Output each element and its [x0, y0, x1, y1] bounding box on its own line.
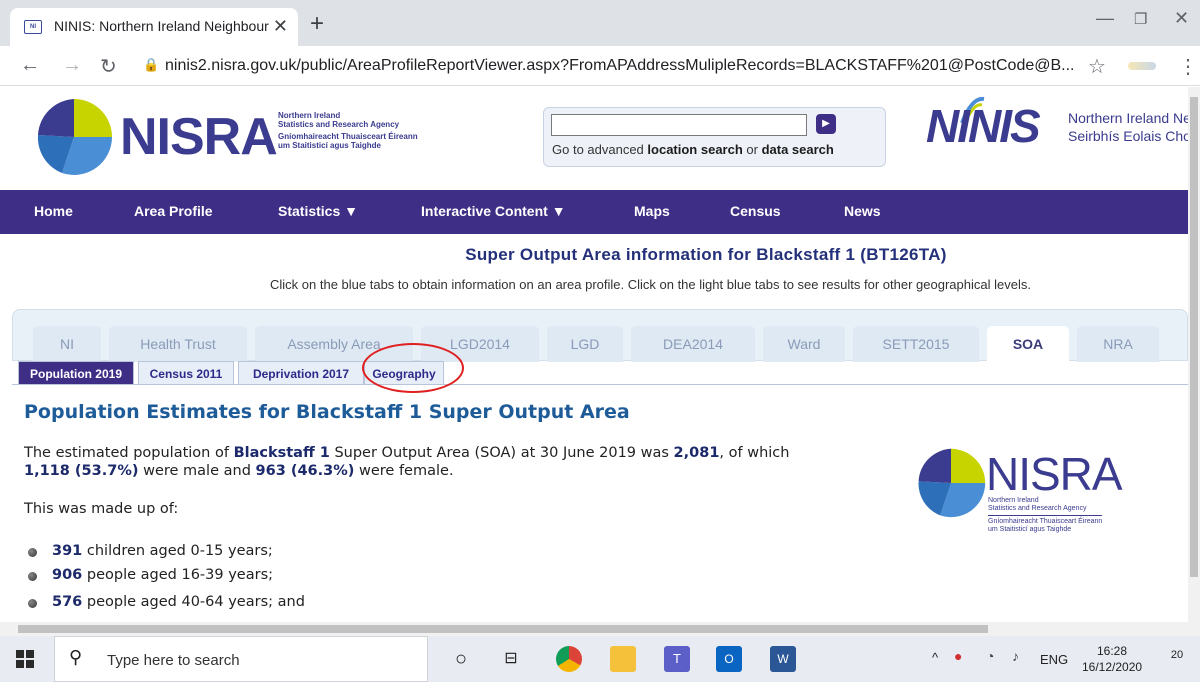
vertical-scroll-thumb[interactable] — [1190, 97, 1198, 577]
maximize-icon[interactable]: ❐ — [1134, 10, 1147, 28]
nav-census[interactable]: Census — [730, 203, 781, 219]
made-up-of-text: This was made up of: — [24, 501, 179, 517]
chrome-icon[interactable] — [556, 646, 582, 672]
page-instructions: Click on the blue tabs to obtain informa… — [270, 277, 1031, 292]
back-icon[interactable]: ← — [20, 54, 40, 77]
browser-menu-icon[interactable]: ⋮ — [1178, 54, 1198, 79]
browser-tab-bar: NI NINIS: Northern Ireland Neighbourh ✕ … — [0, 0, 1200, 46]
subtab-census-2011[interactable]: Census 2011 — [138, 361, 234, 385]
reload-icon[interactable]: ↻ — [100, 54, 117, 79]
ninis-favicon-icon: NI — [24, 20, 42, 34]
population-paragraph-line1: The estimated population of Blackstaff 1… — [24, 445, 790, 461]
volume-icon[interactable]: ♪ — [1012, 648, 1019, 664]
minimize-icon[interactable]: — — [1096, 8, 1114, 29]
nav-maps[interactable]: Maps — [634, 203, 670, 219]
wifi-icon[interactable]: ◔ — [986, 648, 994, 664]
population-heading: Population Estimates for Blackstaff 1 Su… — [24, 401, 630, 423]
advanced-search-text: Go to advanced location search or data s… — [552, 142, 834, 157]
cortana-icon[interactable]: ○ — [448, 646, 474, 672]
close-window-icon[interactable]: ✕ — [1174, 8, 1189, 29]
tab-title: NINIS: Northern Ireland Neighbourh — [54, 18, 269, 34]
task-view-icon[interactable]: ⊟ — [498, 646, 524, 672]
tab-ni[interactable]: NI — [33, 326, 101, 362]
outlook-icon[interactable]: O — [716, 646, 742, 672]
agency-name: Northern Ireland Statistics and Research… — [278, 111, 418, 150]
list-item: 391 children aged 0-15 years; — [28, 543, 273, 559]
new-tab-icon[interactable]: + — [310, 10, 324, 38]
taskbar-search-placeholder: Type here to search — [107, 652, 240, 669]
subtab-deprivation-2017[interactable]: Deprivation 2017 — [238, 361, 364, 385]
ninis-tagline: Northern Ireland Nei Seirbhís Eolais Cho… — [1068, 110, 1188, 144]
search-icon: ⚲ — [69, 647, 83, 667]
horizontal-scroll-thumb[interactable] — [18, 625, 988, 633]
tab-soa[interactable]: SOA — [987, 326, 1069, 362]
content-agency-name: Northern Ireland Statistics and Research… — [988, 497, 1103, 533]
location-search-box: ▶ Go to advanced location search or data… — [543, 107, 886, 167]
subtab-divider — [12, 384, 1188, 385]
notification-center-icon[interactable]: 20 — [1166, 649, 1188, 669]
browser-tab[interactable]: NI NINIS: Northern Ireland Neighbourh ✕ — [10, 8, 298, 46]
bullet-icon — [28, 599, 37, 608]
highlight-circle-annotation — [362, 343, 464, 393]
location-search-link[interactable]: location search — [647, 142, 742, 157]
bullet-icon — [28, 548, 37, 557]
word-icon[interactable]: W — [770, 646, 796, 672]
bookmark-star-icon[interactable]: ☆ — [1088, 54, 1106, 79]
nisra-content-logo-icon — [918, 448, 986, 518]
search-go-button[interactable]: ▶ — [816, 114, 836, 134]
tab-sett2015[interactable]: SETT2015 — [853, 326, 979, 362]
vertical-scrollbar[interactable] — [1188, 87, 1200, 622]
page-title: Super Output Area information for Blacks… — [465, 245, 947, 264]
tab-close-icon[interactable]: ✕ — [273, 16, 288, 37]
tray-chevron-icon[interactable]: ^ — [932, 650, 938, 665]
tab-dea2014[interactable]: DEA2014 — [631, 326, 755, 362]
ninis-wordmark[interactable]: NINIS — [926, 99, 1041, 153]
geography-level-tabs: NI Health Trust Assembly Area LGD2014 LG… — [12, 309, 1188, 362]
address-bar[interactable]: 🔒 ninis2.nisra.gov.uk/public/AreaProfile… — [135, 52, 1125, 80]
windows-start-icon[interactable] — [16, 650, 34, 668]
nav-statistics[interactable]: Statistics ▼ — [278, 203, 358, 219]
network-status-icon[interactable]: ● — [954, 648, 962, 664]
population-paragraph-line2: 1,118 (53.7%) were male and 963 (46.3%) … — [24, 463, 454, 479]
language-indicator[interactable]: ENG — [1040, 652, 1068, 667]
teams-icon[interactable]: T — [664, 646, 690, 672]
lock-icon: 🔒 — [143, 57, 160, 72]
address-toolbar: ← → ↻ 🔒 ninis2.nisra.gov.uk/public/AreaP… — [0, 46, 1200, 86]
nisra-logo-icon[interactable] — [32, 97, 116, 177]
list-item: 576 people aged 40-64 years; and — [28, 594, 305, 610]
extension-icon[interactable] — [1128, 62, 1156, 70]
main-navigation: Home Area Profile Statistics ▼ Interacti… — [0, 190, 1188, 234]
windows-taskbar: ⚲ Type here to search ○ ⊟ T O W ^ ● ◔ ♪ … — [0, 636, 1200, 682]
nav-home[interactable]: Home — [34, 203, 73, 219]
tab-ward[interactable]: Ward — [763, 326, 845, 362]
data-search-link[interactable]: data search — [762, 142, 834, 157]
site-header: NISRA Northern Ireland Statistics and Re… — [0, 87, 1188, 190]
nav-area-profile[interactable]: Area Profile — [134, 203, 213, 219]
tab-health-trust[interactable]: Health Trust — [109, 326, 247, 362]
url-text[interactable]: ninis2.nisra.gov.uk/public/AreaProfileRe… — [165, 57, 1074, 75]
tab-lgd[interactable]: LGD — [547, 326, 623, 362]
file-explorer-icon[interactable] — [610, 646, 636, 672]
search-input[interactable] — [551, 114, 807, 136]
clock[interactable]: 16:28 16/12/2020 — [1082, 643, 1142, 675]
taskbar-search[interactable]: ⚲ Type here to search — [54, 636, 428, 682]
bullet-icon — [28, 572, 37, 581]
subtab-population-2019[interactable]: Population 2019 — [18, 361, 134, 385]
nisra-wordmark: NISRA — [120, 108, 278, 166]
horizontal-scrollbar[interactable] — [0, 622, 1200, 636]
forward-icon[interactable]: → — [62, 54, 82, 77]
page-viewport: NISRA Northern Ireland Statistics and Re… — [0, 87, 1188, 622]
nav-news[interactable]: News — [844, 203, 881, 219]
tab-nra[interactable]: NRA — [1077, 326, 1159, 362]
list-item: 906 people aged 16-39 years; — [28, 567, 273, 583]
nav-interactive-content[interactable]: Interactive Content ▼ — [421, 203, 566, 219]
content-nisra-wordmark: NISRA — [986, 448, 1123, 500]
